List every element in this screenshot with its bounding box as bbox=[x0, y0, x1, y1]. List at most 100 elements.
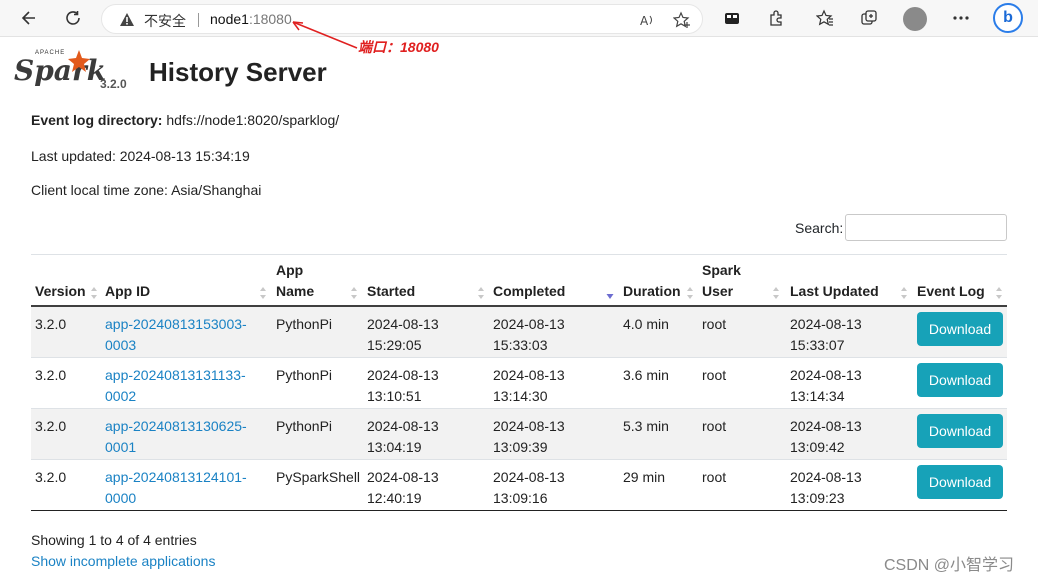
event-log-value: hdfs://node1:8020/sparklog/ bbox=[166, 112, 340, 128]
bing-chat-icon[interactable]: b bbox=[993, 3, 1023, 33]
browser-toolbar: 不安全 node1:18080 A 端口：18080 b bbox=[0, 0, 1038, 55]
spark-logo[interactable]: APACHE Spark bbox=[14, 50, 106, 92]
url-text[interactable]: node1:18080 bbox=[210, 11, 292, 27]
search-label: Search: bbox=[795, 220, 844, 236]
cell-completed: 2024-08-13 15:33:03 bbox=[493, 314, 565, 356]
refresh-icon[interactable] bbox=[58, 4, 88, 32]
cell-completed: 2024-08-13 13:09:16 bbox=[493, 467, 565, 509]
table-row: 3.2.0 app-20240813124101- 0000 PySparkShe… bbox=[31, 460, 1007, 511]
sort-both-icon[interactable] bbox=[90, 286, 98, 300]
column-header-label: Event Log bbox=[917, 283, 985, 299]
cell-user: root bbox=[702, 469, 727, 485]
sort-both-icon[interactable] bbox=[259, 286, 267, 300]
cell-line: 13:09:16 bbox=[493, 490, 548, 506]
sort-descending-icon[interactable] bbox=[606, 286, 614, 300]
search-input[interactable] bbox=[845, 214, 1007, 241]
download-button[interactable]: Download bbox=[917, 465, 1003, 499]
back-icon[interactable] bbox=[14, 4, 44, 32]
add-favorite-icon[interactable] bbox=[672, 10, 692, 30]
cell-duration: 5.3 min bbox=[623, 418, 669, 434]
cell-version: 3.2.0 bbox=[35, 316, 67, 332]
column-header-spark-user[interactable]: Spark User bbox=[702, 260, 741, 302]
column-header-label: Last Updated bbox=[790, 283, 879, 299]
read-aloud-icon[interactable]: A bbox=[638, 10, 658, 30]
cell-last-updated: 2024-08-13 13:09:42 bbox=[790, 416, 862, 458]
cell-line: 2024-08-13 bbox=[493, 418, 565, 434]
tab-actions-icon[interactable] bbox=[717, 4, 747, 32]
more-menu-icon[interactable] bbox=[946, 4, 976, 32]
cell-line: 13:09:42 bbox=[790, 439, 845, 455]
page-title: History Server bbox=[149, 57, 327, 87]
app-id-line: app-20240813124101- bbox=[105, 469, 247, 485]
sort-both-icon[interactable] bbox=[900, 286, 908, 300]
annotation-arrow bbox=[292, 21, 358, 49]
column-header-app-name[interactable]: App Name bbox=[276, 260, 314, 302]
cell-started: 2024-08-13 13:10:51 bbox=[367, 365, 439, 407]
column-header-version[interactable]: Version bbox=[35, 281, 86, 302]
app-id-line: 0001 bbox=[105, 439, 137, 455]
cell-user: root bbox=[702, 316, 727, 332]
profile-avatar[interactable] bbox=[903, 7, 927, 31]
cell-app-name: PythonPi bbox=[276, 316, 333, 332]
show-incomplete-link[interactable]: Show incomplete applications bbox=[31, 553, 215, 569]
table-top-divider bbox=[31, 254, 1007, 255]
cell-user: root bbox=[702, 367, 727, 383]
cell-started: 2024-08-13 12:40:19 bbox=[367, 467, 439, 509]
app-id-link[interactable]: app-20240813130625- 0001 bbox=[105, 416, 247, 458]
cell-line: 15:33:03 bbox=[493, 337, 548, 353]
table-row: 3.2.0 app-20240813153003- 0003 PythonPi 2… bbox=[31, 307, 1007, 358]
sort-both-icon[interactable] bbox=[350, 286, 358, 300]
cell-app-name: PythonPi bbox=[276, 418, 333, 434]
collections-icon[interactable] bbox=[854, 4, 884, 32]
cell-completed: 2024-08-13 13:09:39 bbox=[493, 416, 565, 458]
cell-line: 13:14:30 bbox=[493, 388, 548, 404]
favorites-icon[interactable] bbox=[810, 4, 840, 32]
sort-both-icon[interactable] bbox=[772, 286, 780, 300]
address-bar[interactable]: 不安全 node1:18080 A bbox=[101, 4, 703, 34]
sort-both-icon[interactable] bbox=[686, 286, 694, 300]
column-header-label: Duration bbox=[623, 283, 681, 299]
csdn-watermark: CSDN @小智学习 bbox=[884, 557, 1015, 574]
column-header-label: App bbox=[276, 262, 304, 278]
column-header-label: User bbox=[702, 283, 734, 299]
last-updated: Last updated: 2024-08-13 15:34:19 bbox=[31, 148, 250, 164]
event-log-directory: Event log directory: hdfs://node1:8020/s… bbox=[31, 112, 339, 128]
extensions-icon[interactable] bbox=[761, 4, 791, 32]
column-header-duration[interactable]: Duration bbox=[623, 281, 681, 302]
app-id-link[interactable]: app-20240813153003- 0003 bbox=[105, 314, 247, 356]
cell-user: root bbox=[702, 418, 727, 434]
cell-line: 2024-08-13 bbox=[493, 367, 565, 383]
cell-line: 2024-08-13 bbox=[493, 469, 565, 485]
event-log-label: Event log directory: bbox=[31, 112, 163, 128]
column-header-completed[interactable]: Completed bbox=[493, 281, 565, 302]
sort-both-icon[interactable] bbox=[995, 286, 1003, 300]
cell-version: 3.2.0 bbox=[35, 367, 67, 383]
app-id-line: 0000 bbox=[105, 490, 137, 506]
cell-last-updated: 2024-08-13 13:09:23 bbox=[790, 467, 862, 509]
column-header-started[interactable]: Started bbox=[367, 281, 415, 302]
insecure-label[interactable]: 不安全 bbox=[144, 11, 186, 31]
column-header-event-log[interactable]: Event Log bbox=[917, 281, 985, 302]
column-header-last-updated[interactable]: Last Updated bbox=[790, 281, 879, 302]
cell-completed: 2024-08-13 13:14:30 bbox=[493, 365, 565, 407]
app-id-link[interactable]: app-20240813131133- 0002 bbox=[105, 365, 246, 407]
port-annotation: 端口：18080 bbox=[358, 39, 439, 55]
download-button[interactable]: Download bbox=[917, 414, 1003, 448]
app-id-link[interactable]: app-20240813124101- 0000 bbox=[105, 467, 247, 509]
column-header-label: Spark bbox=[702, 262, 741, 278]
cell-line: 2024-08-13 bbox=[367, 418, 439, 434]
cell-app-name: PySparkShell bbox=[276, 469, 361, 485]
cell-line: 13:09:39 bbox=[493, 439, 548, 455]
client-timezone: Client local time zone: Asia/Shanghai bbox=[31, 182, 262, 198]
download-button[interactable]: Download bbox=[917, 363, 1003, 397]
column-header-app-id[interactable]: App ID bbox=[105, 281, 150, 302]
cell-last-updated: 2024-08-13 15:33:07 bbox=[790, 314, 862, 356]
sort-both-icon[interactable] bbox=[477, 286, 485, 300]
app-id-line: app-20240813153003- bbox=[105, 316, 247, 332]
cell-line: 2024-08-13 bbox=[790, 367, 862, 383]
cell-line: 2024-08-13 bbox=[367, 367, 439, 383]
entries-info: Showing 1 to 4 of 4 entries bbox=[31, 532, 197, 548]
download-button[interactable]: Download bbox=[917, 312, 1003, 346]
logo-spark-text: Spark bbox=[14, 54, 107, 87]
app-id-line: app-20240813130625- bbox=[105, 418, 247, 434]
